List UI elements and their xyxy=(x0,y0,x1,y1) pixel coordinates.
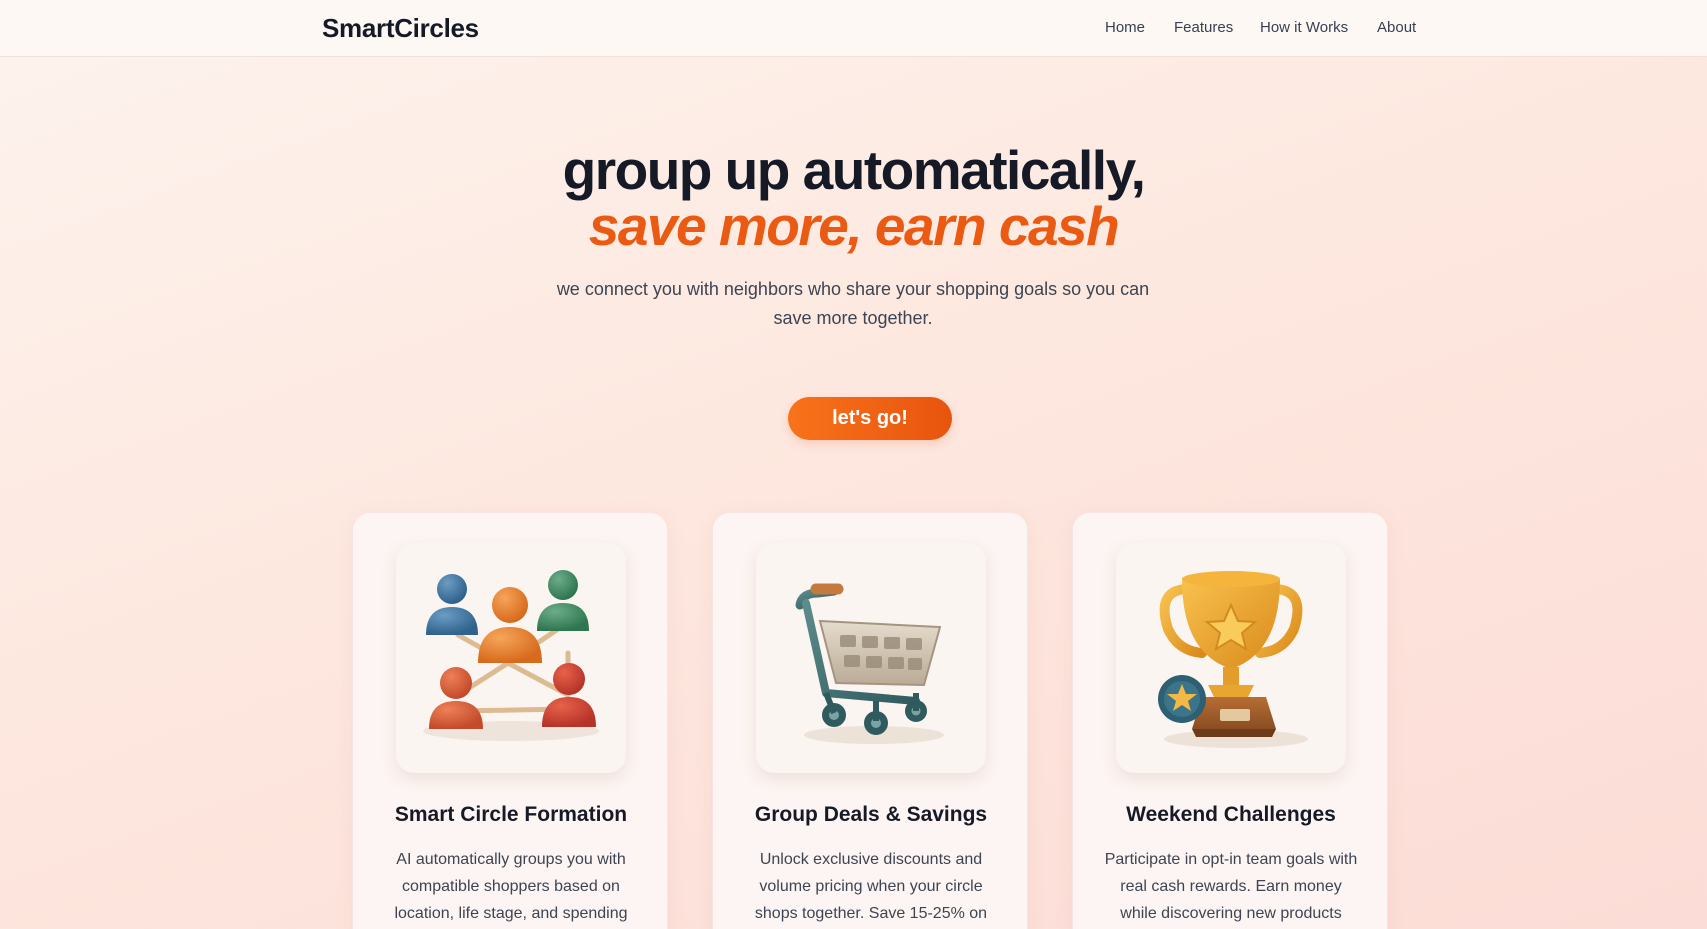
feature-title: Weekend Challenges xyxy=(1126,803,1336,826)
feature-card-group-deals: Group Deals & Savings Unlock exclusive d… xyxy=(712,512,1028,929)
shopping-cart-icon xyxy=(756,543,986,773)
nav-link-home[interactable]: Home xyxy=(1105,19,1145,36)
hero-accent-title: save more, earn cash xyxy=(588,195,1120,257)
feature-title: Smart Circle Formation xyxy=(394,803,628,826)
nav-link-features[interactable]: Features xyxy=(1174,19,1233,36)
lets-go-button[interactable]: let's go! xyxy=(788,397,952,440)
top-navbar: SmartCircles Home Features How it Works … xyxy=(0,0,1707,57)
trophy-icon xyxy=(1116,543,1346,773)
nav-link-about[interactable]: About xyxy=(1377,19,1416,36)
nav-links: Home Features How it Works About xyxy=(0,19,1707,39)
feature-description: Participate in opt-in team goals with re… xyxy=(1104,851,1358,922)
hero-subtitle: we connect you with neighbors who share … xyxy=(556,279,1150,328)
hero-title: group up automatically, xyxy=(562,139,1146,201)
feature-card-smart-circle: Smart Circle Formation AI automatically … xyxy=(352,512,668,929)
feature-card-weekend-challenges: Weekend Challenges Participate in opt-in… xyxy=(1072,512,1388,929)
feature-title: Group Deals & Savings xyxy=(754,803,988,826)
feature-description: AI automatically groups you with compati… xyxy=(394,851,628,922)
nav-link-how-it-works[interactable]: How it Works xyxy=(1260,19,1348,36)
people-network-icon xyxy=(396,543,626,773)
feature-description: Unlock exclusive discounts and volume pr… xyxy=(754,851,988,922)
